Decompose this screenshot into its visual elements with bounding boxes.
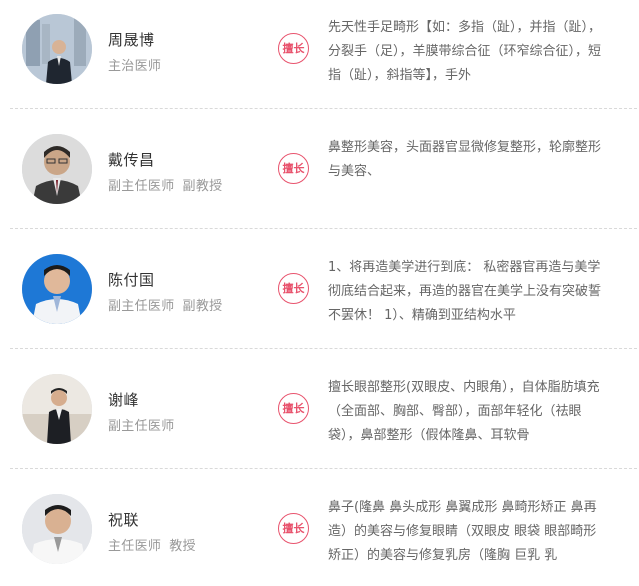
doctor-specialty: 1、将再造美学进行到底： 私密器官再造与美学彻底结合起来，再造的器官在美学上没有… — [328, 260, 602, 323]
doctor-row[interactable]: 周晟博 主治医师 擅长 先天性手足畸形【如：多指（趾），并指（趾），分裂手（足）… — [0, 0, 639, 120]
avatar-photo-icon — [22, 254, 92, 324]
doctor-row[interactable]: 祝联 主任医师 教授 擅长 鼻子(隆鼻 鼻头成形 鼻翼成形 鼻畸形矫正 鼻再造）的… — [0, 480, 639, 586]
doctor-title: 副主任医师 副教授 — [108, 295, 222, 314]
doctor-specialty: 擅长眼部整形(双眼皮、内眼角），自体脂肪填充（全面部、胸部、臀部），面部年轻化（… — [328, 380, 600, 443]
doctor-specialty: 先天性手足畸形【如：多指（趾），并指（趾），分裂手（足），羊膜带综合征（环窄综合… — [328, 20, 602, 83]
divider — [10, 468, 637, 469]
doctor-title-item: 副主任医师 — [108, 419, 175, 434]
divider — [10, 108, 637, 109]
doctor-name[interactable]: 戴传昌 — [108, 149, 155, 170]
doctor-avatar[interactable] — [22, 14, 92, 84]
divider — [10, 228, 637, 229]
specialty-badge: 擅长 — [278, 273, 309, 304]
specialty-badge: 擅长 — [278, 393, 309, 424]
avatar-photo-icon — [22, 14, 92, 84]
doctor-name[interactable]: 祝联 — [108, 509, 139, 530]
doctor-title-item: 主任医师 — [108, 539, 162, 554]
doctor-title-item: 副主任医师 — [108, 179, 175, 194]
avatar-photo-icon — [22, 494, 92, 564]
doctor-title: 主治医师 — [108, 55, 161, 74]
doctor-name[interactable]: 周晟博 — [108, 29, 155, 50]
doctor-avatar[interactable] — [22, 254, 92, 324]
doctor-title-item: 副教授 — [182, 299, 223, 314]
doctor-avatar[interactable] — [22, 134, 92, 204]
specialty-badge: 擅长 — [278, 513, 309, 544]
specialty-badge: 擅长 — [278, 33, 309, 64]
doctor-name[interactable]: 陈付国 — [108, 269, 155, 290]
doctor-avatar[interactable] — [22, 494, 92, 564]
doctor-title-item: 副教授 — [182, 179, 223, 194]
doctor-list: 周晟博 主治医师 擅长 先天性手足畸形【如：多指（趾），并指（趾），分裂手（足）… — [0, 0, 639, 586]
doctor-title: 副主任医师 副教授 — [108, 175, 222, 194]
doctor-title: 主任医师 教授 — [108, 535, 196, 554]
doctor-specialty: 鼻子(隆鼻 鼻头成形 鼻翼成形 鼻畸形矫正 鼻再造）的美容与修复眼睛（双眼皮 眼… — [328, 500, 597, 563]
doctor-title: 副主任医师 — [108, 415, 175, 434]
doctor-avatar[interactable] — [22, 374, 92, 444]
doctor-title-item: 教授 — [169, 539, 196, 554]
doctor-row[interactable]: 陈付国 副主任医师 副教授 擅长 1、将再造美学进行到底： 私密器官再造与美学彻底… — [0, 240, 639, 360]
specialty-badge: 擅长 — [278, 153, 309, 184]
doctor-row[interactable]: 谢峰 副主任医师 擅长 擅长眼部整形(双眼皮、内眼角），自体脂肪填充（全面部、胸… — [0, 360, 639, 480]
doctor-row[interactable]: 戴传昌 副主任医师 副教授 擅长 鼻整形美容，头面器官显微修复整形，轮廓整形与美容… — [0, 120, 639, 240]
avatar-photo-icon — [22, 374, 92, 444]
avatar-photo-icon — [22, 134, 92, 204]
doctor-title-item: 主治医师 — [108, 59, 162, 74]
doctor-name[interactable]: 谢峰 — [108, 389, 139, 410]
doctor-title-item: 副主任医师 — [108, 299, 175, 314]
doctor-specialty: 鼻整形美容，头面器官显微修复整形，轮廓整形与美容、 — [328, 140, 602, 179]
divider — [10, 348, 637, 349]
